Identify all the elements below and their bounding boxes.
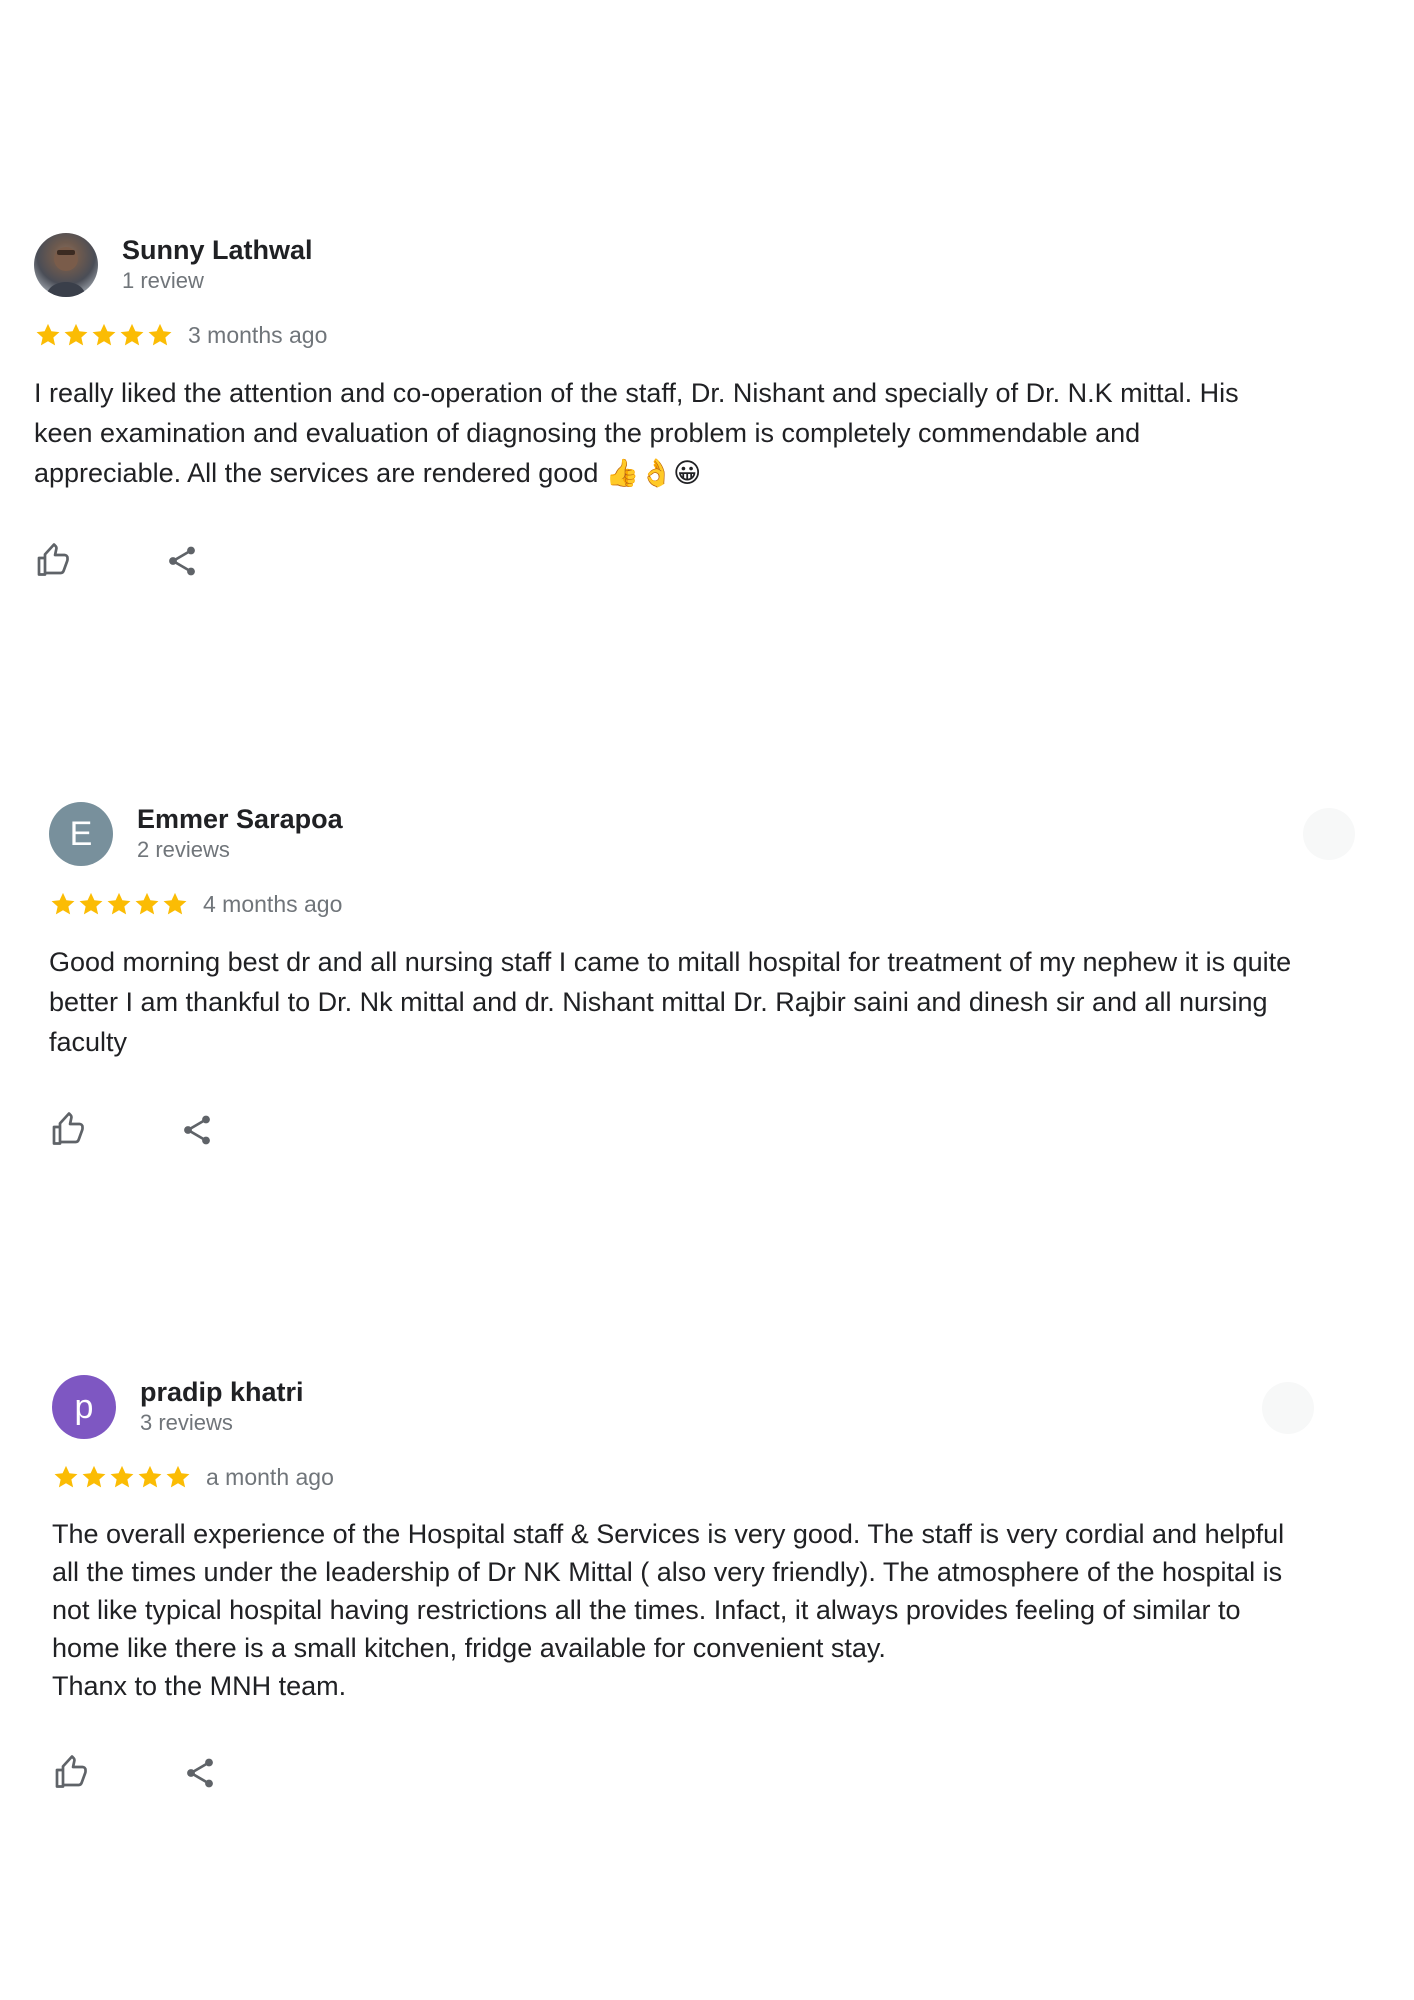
star-icon <box>166 1465 190 1488</box>
share-icon <box>169 546 195 576</box>
star-icon <box>135 892 159 915</box>
star-icon <box>82 1465 106 1488</box>
reviewer-info: Sunny Lathwal 1 review <box>122 234 313 296</box>
star-rating <box>52 1463 192 1491</box>
review-actions <box>34 541 1364 581</box>
star-icon <box>138 1465 162 1488</box>
reviewer-name[interactable]: Emmer Sarapoa <box>137 803 343 835</box>
reviewer-info: Emmer Sarapoa 2 reviews <box>137 803 343 865</box>
avatar[interactable]: p <box>52 1375 116 1439</box>
star-icon <box>36 323 60 346</box>
reviewer-name[interactable]: Sunny Lathwal <box>122 234 313 266</box>
reviewer-name[interactable]: pradip khatri <box>140 1376 304 1408</box>
review-header: E Emmer Sarapoa 2 reviews <box>49 802 1379 866</box>
avatar[interactable]: E <box>49 802 113 866</box>
star-icon <box>107 892 131 915</box>
review-actions <box>52 1753 1382 1793</box>
thumb-up-icon <box>55 1755 87 1788</box>
star-rating <box>34 321 174 349</box>
review-card: E Emmer Sarapoa 2 reviews 4 months ago G… <box>49 802 1379 1150</box>
rating-row: 3 months ago <box>34 319 1364 351</box>
review-header: p pradip khatri 3 reviews <box>52 1375 1382 1439</box>
share-button[interactable] <box>177 1110 217 1150</box>
review-text: Good morning best dr and all nursing sta… <box>49 947 1292 1057</box>
more-options-button[interactable] <box>1303 808 1355 860</box>
more-options-button[interactable] <box>1262 1382 1314 1434</box>
share-icon <box>187 1758 213 1788</box>
thumb-up-icon <box>52 1112 84 1145</box>
star-icon <box>120 323 144 346</box>
star-icon <box>54 1465 78 1488</box>
star-icon <box>79 892 103 915</box>
review-actions <box>49 1110 1379 1150</box>
review-header: Sunny Lathwal 1 review <box>34 233 1364 297</box>
profile-photo <box>46 247 86 297</box>
review-count[interactable]: 1 review <box>122 266 313 296</box>
review-count[interactable]: 3 reviews <box>140 1408 304 1438</box>
star-icon <box>110 1465 134 1488</box>
review-card: Sunny Lathwal 1 review 3 months ago I re… <box>34 233 1364 581</box>
thumb-up-icon <box>37 543 69 576</box>
review-time: 3 months ago <box>188 321 328 348</box>
like-button[interactable] <box>52 1753 92 1793</box>
like-button[interactable] <box>34 541 74 581</box>
review-count[interactable]: 2 reviews <box>137 835 343 865</box>
star-icon <box>163 892 187 915</box>
review-card: p pradip khatri 3 reviews a month ago Th… <box>52 1375 1382 1793</box>
star-rating <box>49 890 189 918</box>
rating-row: a month ago <box>52 1461 1382 1493</box>
review-text: I really liked the attention and co-oper… <box>34 378 1239 488</box>
avatar-letter: p <box>74 1387 94 1426</box>
reviewer-info: pradip khatri 3 reviews <box>140 1376 304 1438</box>
star-icon <box>92 323 116 346</box>
star-icon <box>148 323 172 346</box>
avatar-letter: E <box>69 814 93 853</box>
share-button[interactable] <box>180 1753 220 1793</box>
share-icon <box>184 1115 210 1145</box>
share-button[interactable] <box>162 541 202 581</box>
review-time: 4 months ago <box>203 890 343 917</box>
star-icon <box>51 892 75 915</box>
review-text: The overall experience of the Hospital s… <box>52 1519 1285 1701</box>
star-icon <box>64 323 88 346</box>
rating-row: 4 months ago <box>49 888 1379 920</box>
review-time: a month ago <box>206 1463 334 1490</box>
avatar[interactable] <box>34 233 98 297</box>
like-button[interactable] <box>49 1110 89 1150</box>
